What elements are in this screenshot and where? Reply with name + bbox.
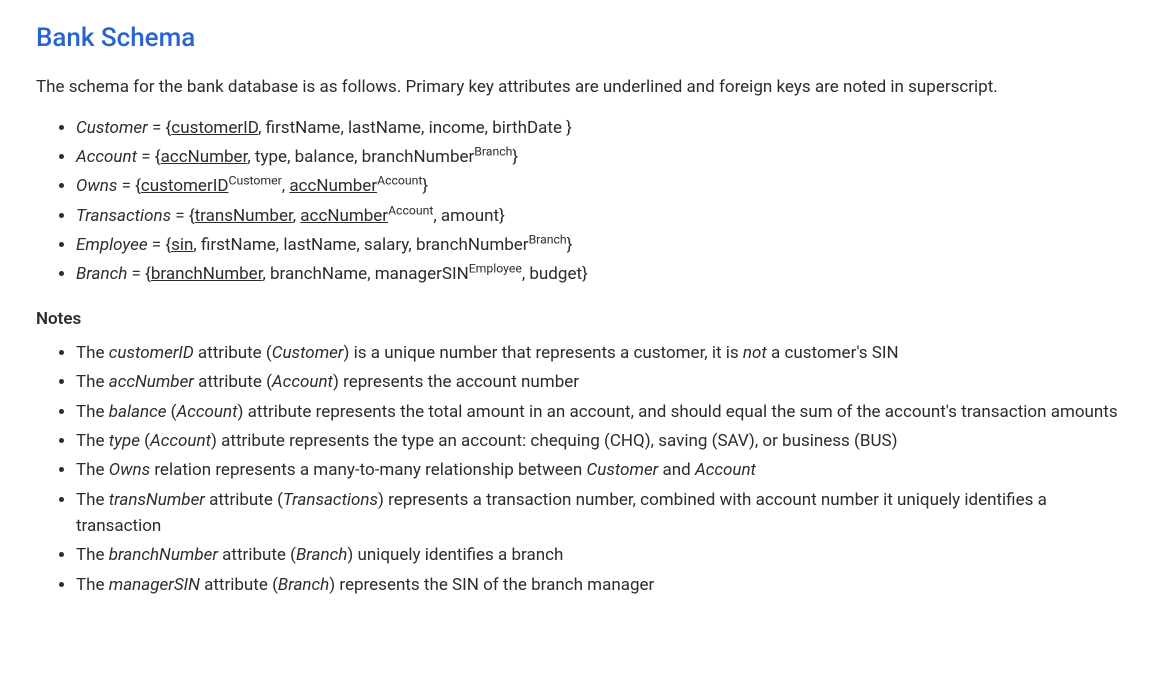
note-text: Account: [150, 431, 211, 451]
note-text: The: [76, 372, 109, 392]
note-text: Branch: [296, 545, 347, 565]
note-text: ) attribute represents the total amount …: [238, 402, 1118, 422]
note-text: The: [76, 343, 109, 363]
relation-name: Employee: [76, 235, 148, 255]
attribute: firstName: [266, 118, 341, 138]
attribute: accNumber: [300, 206, 388, 226]
note-text: Account: [177, 402, 238, 422]
foreign-key-ref: Account: [377, 174, 422, 188]
attribute: branchName: [270, 264, 367, 284]
note-text: ) represents the account number: [333, 372, 579, 392]
note-text: attribute (: [205, 490, 283, 510]
attribute: budget: [529, 264, 582, 284]
note-text: attribute (: [200, 575, 278, 595]
note-text: accNumber: [109, 372, 194, 392]
attribute: customerID: [141, 176, 229, 196]
attribute: type: [255, 147, 287, 167]
attribute: branchNumber: [362, 147, 475, 167]
attribute: firstName: [201, 235, 276, 255]
note-item: The branchNumber attribute (Branch) uniq…: [76, 542, 1122, 568]
relation-name: Branch: [76, 264, 127, 284]
note-item: The accNumber attribute (Account) repres…: [76, 369, 1122, 395]
attribute: income: [429, 118, 485, 138]
attribute: lastName: [283, 235, 356, 255]
attribute: birthDate: [492, 118, 562, 138]
foreign-key-ref: Customer: [229, 174, 282, 188]
attribute: branchNumber: [151, 264, 263, 284]
foreign-key-ref: Branch: [529, 232, 567, 246]
note-item: The managerSIN attribute (Branch) repres…: [76, 572, 1122, 598]
note-text: ) attribute represents the type an accou…: [211, 431, 897, 451]
schema-relation: Account = {accNumber, type, balance, bra…: [76, 144, 1122, 170]
note-text: attribute (: [194, 372, 272, 392]
note-text: ) represents the SIN of the branch manag…: [329, 575, 654, 595]
note-text: relation represents a many-to-many relat…: [150, 460, 586, 480]
note-item: The type (Account) attribute represents …: [76, 428, 1122, 454]
note-text: The: [76, 545, 109, 565]
note-text: type: [109, 431, 140, 451]
page-title: Bank Schema: [36, 18, 1122, 58]
foreign-key-ref: Employee: [469, 262, 522, 276]
attribute: accNumber: [161, 147, 248, 167]
note-text: The: [76, 431, 109, 451]
note-text: ) is a unique number that represents a c…: [344, 343, 743, 363]
attribute: transNumber: [195, 206, 293, 226]
note-text: transNumber: [109, 490, 205, 510]
schema-relation: Transactions = {transNumber, accNumberAc…: [76, 203, 1122, 229]
schema-relation: Owns = {customerIDCustomer, accNumberAcc…: [76, 173, 1122, 199]
note-text: a customer's SIN: [767, 343, 899, 363]
attribute: salary: [364, 235, 408, 255]
attribute: balance: [295, 147, 354, 167]
schema-relation: Branch = {branchNumber, branchName, mana…: [76, 261, 1122, 287]
attribute: customerID: [171, 118, 258, 138]
relation-name: Owns: [76, 176, 117, 196]
attribute: accNumber: [289, 176, 377, 196]
note-text: and: [658, 460, 695, 480]
note-text: attribute (: [194, 343, 272, 363]
relation-name: Customer: [76, 118, 148, 138]
note-text: branchNumber: [109, 545, 218, 565]
notes-list: The customerID attribute (Customer) is a…: [36, 340, 1122, 598]
note-item: The Owns relation represents a many-to-m…: [76, 457, 1122, 483]
foreign-key-ref: Account: [388, 203, 433, 217]
foreign-key-ref: Branch: [474, 144, 512, 158]
note-text: The: [76, 575, 109, 595]
note-item: The customerID attribute (Customer) is a…: [76, 340, 1122, 366]
note-text: Owns: [109, 460, 150, 480]
attribute: branchNumber: [416, 235, 529, 255]
note-text: Transactions: [283, 490, 378, 510]
schema-list: Customer = {customerID, firstName, lastN…: [36, 115, 1122, 288]
schema-relation: Customer = {customerID, firstName, lastN…: [76, 115, 1122, 141]
note-text: Customer: [587, 460, 659, 480]
note-text: managerSIN: [109, 575, 200, 595]
intro-paragraph: The schema for the bank database is as f…: [36, 74, 1122, 100]
note-text: customerID: [109, 343, 194, 363]
note-item: The transNumber attribute (Transactions)…: [76, 487, 1122, 540]
attribute: managerSIN: [375, 264, 469, 284]
note-text: The: [76, 402, 109, 422]
note-text: The: [76, 490, 109, 510]
note-text: ) uniquely identifies a branch: [347, 545, 563, 565]
note-text: Account: [695, 460, 756, 480]
note-text: attribute (: [218, 545, 296, 565]
relation-name: Transactions: [76, 206, 171, 226]
note-text: balance: [109, 402, 167, 422]
note-text: not: [743, 343, 767, 363]
note-text: (: [140, 431, 150, 451]
schema-relation: Employee = {sin, firstName, lastName, sa…: [76, 232, 1122, 258]
note-item: The balance (Account) attribute represen…: [76, 399, 1122, 425]
note-text: Branch: [278, 575, 329, 595]
note-text: The: [76, 460, 109, 480]
attribute: sin: [171, 235, 193, 255]
note-text: Customer: [272, 343, 344, 363]
relation-name: Account: [76, 147, 137, 167]
notes-header: Notes: [36, 306, 1122, 332]
attribute: amount: [441, 206, 499, 226]
note-text: Account: [272, 372, 333, 392]
attribute: lastName: [348, 118, 421, 138]
note-text: (: [166, 402, 176, 422]
